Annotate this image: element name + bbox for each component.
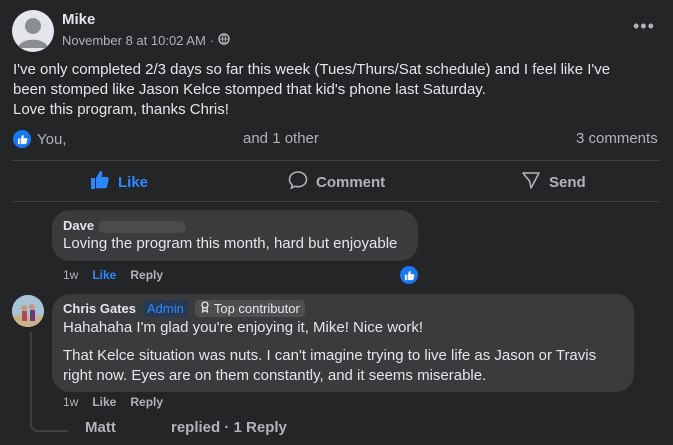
redacted-name — [98, 220, 187, 233]
comments-count[interactable]: 3 comments — [576, 130, 658, 147]
globe-icon — [218, 33, 230, 48]
comment-reply-button[interactable]: Reply — [130, 395, 163, 409]
like-button[interactable]: Like — [90, 170, 148, 194]
comment-author[interactable]: Chris Gates — [63, 301, 136, 316]
divider — [12, 201, 660, 202]
reactions-text: You, — [37, 130, 67, 148]
post-body: I've only completed 2/3 days so far this… — [13, 60, 653, 120]
default-avatar-icon — [18, 18, 48, 48]
reactions-other[interactable]: and 1 other — [243, 130, 319, 147]
comment-like-reaction-icon[interactable] — [400, 266, 418, 284]
commenter-avatar[interactable] — [12, 295, 44, 327]
thread-line — [30, 332, 32, 424]
comment-icon — [288, 170, 308, 194]
reply-author[interactable]: Matt — [85, 419, 116, 436]
more-options-icon[interactable]: ••• — [633, 16, 655, 37]
meta-separator: · — [209, 33, 215, 48]
comment-actions: 1w Like Reply — [63, 268, 163, 282]
comment-author[interactable]: Dave — [63, 218, 187, 233]
comment-actions: 1w Like Reply — [63, 395, 163, 409]
comment-text: right now. Eyes are on them constantly, … — [63, 367, 487, 384]
post-text-line: been stomped like Jason Kelce stomped th… — [13, 81, 486, 98]
comment-text: Loving the program this month, hard but … — [63, 235, 398, 252]
comment-time[interactable]: 1w — [63, 268, 78, 282]
thread-connector — [30, 422, 68, 432]
divider — [12, 160, 660, 161]
post-timestamp[interactable]: November 8 at 10:02 AM — [62, 33, 206, 48]
admin-badge: Admin — [142, 300, 188, 317]
comment-button[interactable]: Comment — [288, 170, 385, 194]
send-button-label: Send — [549, 173, 586, 191]
post-author-name[interactable]: Mike — [62, 11, 95, 28]
author-avatar[interactable] — [12, 10, 54, 52]
thumbs-up-icon — [90, 170, 110, 194]
reactions-summary[interactable]: You, — [13, 130, 66, 148]
comment-time[interactable]: 1w — [63, 395, 78, 409]
comment-text: That Kelce situation was nuts. I can't i… — [63, 347, 597, 364]
send-icon — [521, 170, 541, 194]
like-reaction-icon — [13, 130, 31, 148]
comment-reply-button[interactable]: Reply — [130, 268, 163, 282]
photo-avatar-icon — [12, 295, 44, 327]
view-replies-link[interactable]: replied · 1 Reply — [171, 419, 287, 436]
comment-header: Chris Gates Admin Top contributor — [63, 300, 305, 317]
comment-text: Hahahaha I'm glad you're enjoying it, Mi… — [63, 319, 424, 336]
award-icon — [200, 301, 210, 316]
send-button[interactable]: Send — [521, 170, 586, 194]
post-text-line: Love this program, thanks Chris! — [13, 101, 229, 118]
post-text-line: I've only completed 2/3 days so far this… — [13, 61, 611, 78]
post-meta: November 8 at 10:02 AM · — [62, 33, 230, 48]
like-button-label: Like — [118, 173, 149, 191]
comment-like-button[interactable]: Like — [92, 395, 116, 409]
comment-like-button[interactable]: Like — [92, 268, 116, 282]
top-contributor-badge: Top contributor — [194, 300, 305, 317]
comment-button-label: Comment — [316, 173, 386, 191]
